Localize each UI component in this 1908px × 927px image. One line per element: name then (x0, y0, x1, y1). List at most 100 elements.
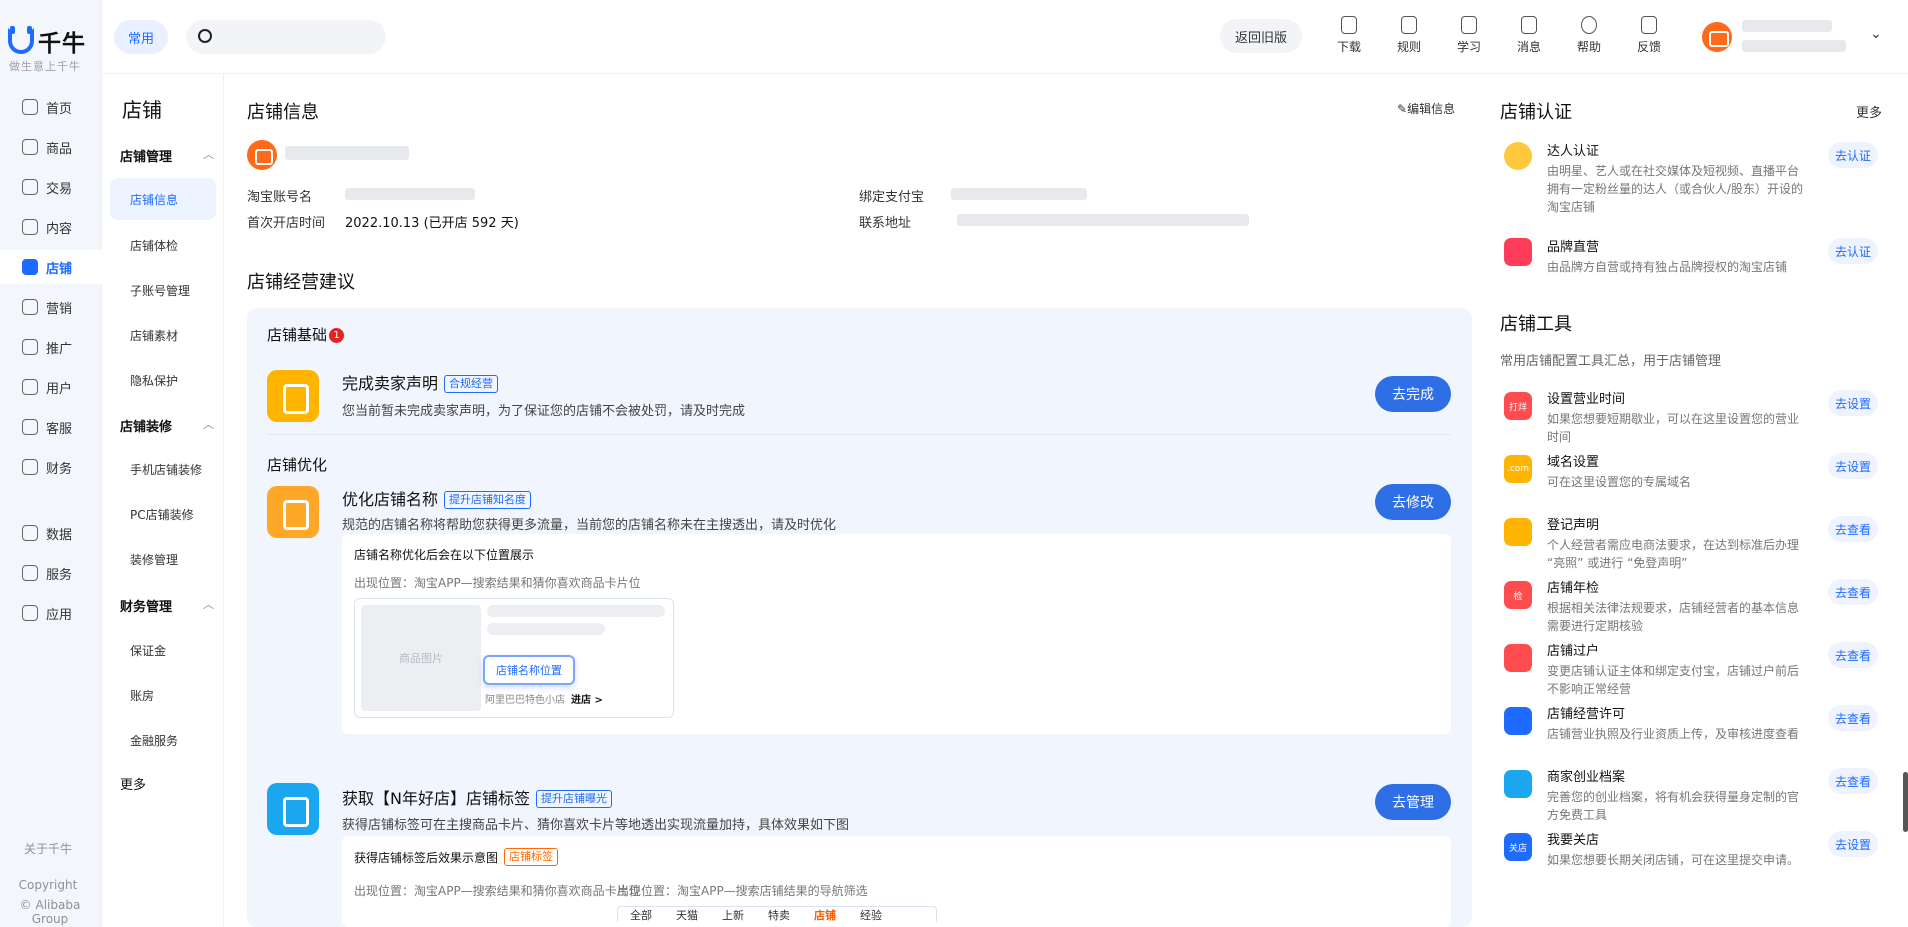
certify-button[interactable]: 去认证 (1828, 142, 1878, 168)
tool-title-close-store: 我要关店 (1547, 833, 1600, 848)
optimize-section-title: 店铺优化 (267, 456, 328, 474)
task-title-declaration: 完成卖家声明 合规经营 (342, 370, 499, 394)
rail-item-user[interactable]: 用户 (0, 370, 102, 404)
declaration-icon (267, 370, 319, 422)
view-button[interactable]: 去查看 (1828, 516, 1878, 542)
rail-item-store[interactable]: 店铺 (0, 250, 102, 284)
avatar[interactable] (1702, 22, 1732, 52)
tool-desc-close-store: 如果您想要长期关闭店铺，可在这里提交申请。 (1547, 853, 1800, 867)
subnav-group-decoration[interactable]: 店铺装修 ︿ (120, 416, 214, 435)
subnav-group-store-manage[interactable]: 店铺管理 ︿ (120, 146, 214, 165)
rail-item-marketing[interactable]: 营销 (0, 290, 102, 324)
view-button[interactable]: 去查看 (1828, 768, 1878, 794)
star-badge-icon (1504, 142, 1532, 170)
mock-shop-name: 阿里巴巴特色小店 进店 > (485, 695, 603, 706)
tool-feedback[interactable]: 反馈 (1629, 16, 1669, 58)
shop-tag-preview-card: 获得店铺标签后效果示意图 店铺标签 出现位置：淘宝APP—搜索结果和猜你喜欢商品卡… (342, 836, 1451, 927)
subnav-group-finance[interactable]: 财务管理 ︿ (120, 596, 214, 615)
subnav-item-store-assets[interactable]: 店铺素材 (110, 314, 216, 356)
rail-item-goods[interactable]: 商品 (0, 130, 102, 164)
taobao-account-redacted (345, 188, 475, 200)
subnav-item-mobile-decor[interactable]: 手机店铺装修 (110, 448, 216, 490)
complete-button[interactable]: 去完成 (1375, 376, 1451, 412)
address-redacted (957, 214, 1249, 226)
rail-item-home[interactable]: 首页 (0, 90, 102, 124)
transfer-icon (1504, 644, 1532, 672)
subnav-more[interactable]: 更多 (120, 774, 146, 793)
subnav-item-ledger[interactable]: 账房 (110, 674, 216, 716)
advice-title: 店铺经营建议 (247, 272, 355, 293)
qianniu-logo-icon (8, 26, 34, 54)
rail-item-data[interactable]: 数据 (0, 516, 102, 550)
tool-title-archive: 商家创业档案 (1547, 770, 1626, 785)
trade-icon (22, 179, 38, 195)
rail-item-services[interactable]: 服务 (0, 556, 102, 590)
tag-location-2: 出现位置：淘宝APP—搜索店铺结果的导航筛选 (617, 884, 868, 898)
tools-title: 店铺工具 (1500, 314, 1572, 335)
task-desc-shop-name: 规范的店铺名称将帮助您获得更多流量，当前您的店铺名称未在主搜透出，请及时优化 (342, 518, 837, 533)
subnav-item-sub-accounts[interactable]: 子账号管理 (110, 269, 216, 311)
finance-icon (22, 459, 38, 475)
view-button[interactable]: 去查看 (1828, 579, 1878, 605)
skeleton-line (487, 605, 665, 617)
manage-button[interactable]: 去管理 (1375, 784, 1451, 820)
tool-help[interactable]: 帮助 (1569, 16, 1609, 58)
search-input[interactable] (186, 20, 386, 54)
tool-rules[interactable]: 规则 (1389, 16, 1429, 58)
subnav-item-pc-decor[interactable]: PC店铺装修 (110, 493, 216, 535)
rail-item-service[interactable]: 客服 (0, 410, 102, 444)
filter-tab-store: 店铺 (814, 909, 836, 922)
filter-tab: 经验 (860, 909, 882, 922)
rail-item-apps[interactable]: 应用 (0, 596, 102, 630)
tool-learn[interactable]: 学习 (1449, 16, 1489, 58)
main-content: 店铺信息 ✎编辑信息 淘宝账号名 绑定支付宝 首次开店时间 2022.10.13… (225, 74, 1472, 927)
chevron-up-icon: ︿ (203, 148, 214, 161)
task-title-shop-name: 优化店铺名称 提升店铺知名度 (342, 486, 532, 510)
about-link[interactable]: 关于千牛 (0, 840, 96, 857)
setup-button[interactable]: 去设置 (1828, 453, 1878, 479)
subnav-item-financial-services[interactable]: 金融服务 (110, 719, 216, 761)
certification-more-link[interactable]: 更多 (1856, 102, 1882, 121)
task-tag: 提升店铺知名度 (444, 491, 532, 509)
modify-button[interactable]: 去修改 (1375, 484, 1451, 520)
filter-tab: 天猫 (676, 909, 698, 922)
chevron-down-icon[interactable]: ⌄ (1870, 26, 1882, 42)
subnav-item-store-check[interactable]: 店铺体检 (110, 224, 216, 266)
cert-desc-brand: 由品牌方自营或持有独占品牌授权的淘宝店铺 (1547, 260, 1788, 274)
tool-title-declaration: 登记声明 (1547, 518, 1600, 533)
tool-message[interactable]: 消息 (1509, 16, 1549, 58)
top-bar: 常用 返回旧版 下载 规则 学习 消息 帮助 反馈 ⌄ (102, 0, 1908, 74)
view-button[interactable]: 去查看 (1828, 642, 1878, 668)
edit-info-link[interactable]: ✎编辑信息 (1397, 100, 1455, 117)
goods-icon (22, 139, 38, 155)
subnav-item-deposit[interactable]: 保证金 (110, 629, 216, 671)
service-icon (22, 419, 38, 435)
address-label: 联系地址 (859, 216, 912, 231)
task-tag: 提升店铺曝光 (535, 790, 612, 808)
subnav-item-privacy[interactable]: 隐私保护 (110, 359, 216, 401)
shop-tag-label: 店铺标签 (504, 848, 559, 866)
filter-tab: 上新 (722, 909, 744, 922)
frequent-chip[interactable]: 常用 (114, 20, 168, 54)
task-desc-declaration: 您当前暂未完成卖家声明，为了保证您的店铺不会被处罚，请及时完成 (342, 404, 746, 419)
section-divider (267, 434, 1451, 435)
rail-item-trade[interactable]: 交易 (0, 170, 102, 204)
tool-download[interactable]: 下载 (1329, 16, 1369, 58)
qianniu-logo[interactable]: 千牛 (8, 24, 86, 58)
scrollbar[interactable] (1903, 772, 1908, 832)
rail-item-promotion[interactable]: 推广 (0, 330, 102, 364)
subnav-title: 店铺 (122, 98, 162, 122)
subnav-item-store-info[interactable]: 店铺信息 (110, 178, 216, 220)
old-version-button[interactable]: 返回旧版 (1220, 19, 1302, 53)
domain-icon: .com (1504, 455, 1532, 483)
setup-button[interactable]: 去设置 (1828, 831, 1878, 857)
rail-item-finance[interactable]: 财务 (0, 450, 102, 484)
setup-button[interactable]: 去设置 (1828, 390, 1878, 416)
subnav-item-decor-manage[interactable]: 装修管理 (110, 538, 216, 580)
certify-button[interactable]: 去认证 (1828, 238, 1878, 264)
view-button[interactable]: 去查看 (1828, 705, 1878, 731)
tool-desc-archive: 完善您的创业档案，将有机会获得量身定制的官方免费工具 (1547, 790, 1800, 822)
brand-slogan: 做生意上千牛 (9, 60, 81, 73)
rail-item-content[interactable]: 内容 (0, 210, 102, 244)
basic-section-title: 店铺基础 1 (267, 324, 345, 345)
